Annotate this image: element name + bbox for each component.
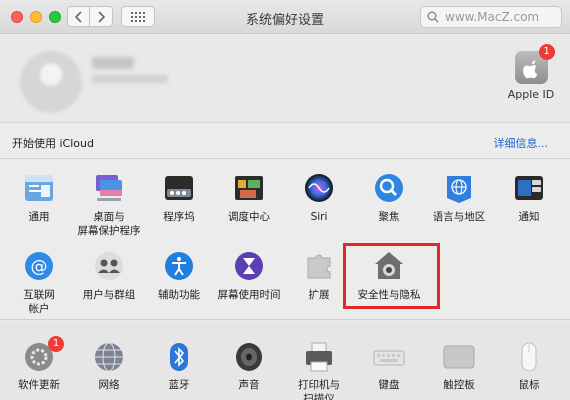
apple-id-badge: 1 bbox=[538, 44, 555, 60]
pref-screen-time[interactable]: 屏幕使用时间 bbox=[214, 250, 284, 302]
pref-accessibility[interactable]: 辅助功能 bbox=[144, 250, 214, 302]
siri-icon bbox=[302, 172, 336, 206]
pref-bluetooth[interactable]: 蓝牙 bbox=[144, 340, 214, 392]
pref-language-region[interactable]: 语言与地区 bbox=[424, 172, 494, 224]
pref-trackpad[interactable]: 触控板 bbox=[424, 340, 494, 392]
extensions-icon bbox=[302, 250, 336, 284]
pref-label: 程序坞 bbox=[163, 211, 195, 223]
pref-label: 蓝牙 bbox=[168, 379, 190, 391]
search-icon bbox=[427, 11, 439, 23]
avatar[interactable] bbox=[20, 51, 82, 113]
pref-users-groups[interactable]: 用户与群组 bbox=[74, 250, 144, 302]
pref-label: 通用 bbox=[28, 211, 50, 223]
software-update-icon: 1 bbox=[22, 336, 64, 374]
pref-label: 辅助功能 bbox=[158, 289, 200, 301]
accessibility-icon bbox=[162, 250, 196, 284]
title-bar: 系统偏好设置 www.MacZ.com bbox=[0, 0, 570, 34]
pref-label: 屏幕使用时间 bbox=[217, 289, 281, 301]
mission-control-icon bbox=[232, 172, 266, 206]
printers-scanners-icon bbox=[302, 340, 336, 374]
pref-label: 软件更新 bbox=[18, 379, 60, 391]
pref-network[interactable]: 网络 bbox=[74, 340, 144, 392]
pref-label: 网络 bbox=[98, 379, 120, 391]
internet-accounts-icon: @ bbox=[22, 250, 56, 284]
pref-sound[interactable]: 声音 bbox=[214, 340, 284, 392]
notifications-icon bbox=[512, 172, 546, 206]
icloud-details-link[interactable]: 详细信息... bbox=[494, 135, 549, 151]
keyboard-icon bbox=[372, 340, 406, 374]
icloud-prompt: 开始使用 iCloud bbox=[12, 137, 94, 150]
trackpad-icon bbox=[442, 340, 476, 374]
pref-general[interactable]: 通用 bbox=[4, 172, 74, 224]
pref-label: 声音 bbox=[238, 379, 260, 391]
pref-internet-accounts[interactable]: @ 互联网 帐户 bbox=[4, 250, 74, 316]
pref-label: 调度中心 bbox=[228, 211, 270, 223]
search-field[interactable]: www.MacZ.com bbox=[420, 6, 562, 28]
apple-id-pane[interactable]: 1 Apple ID bbox=[502, 44, 560, 101]
apple-id-label: Apple ID bbox=[507, 88, 555, 101]
pref-label: 鼠标 bbox=[518, 379, 540, 391]
pref-dock[interactable]: 程序坞 bbox=[144, 172, 214, 224]
pref-label: 通知 bbox=[518, 211, 540, 223]
pref-keyboard[interactable]: 键盘 bbox=[354, 340, 424, 392]
pref-notifications[interactable]: 通知 bbox=[494, 172, 564, 224]
pref-label: 语言与地区 bbox=[432, 211, 486, 223]
pref-mouse[interactable]: 鼠标 bbox=[494, 340, 564, 392]
network-icon bbox=[92, 340, 126, 374]
desktop-screensaver-icon bbox=[92, 172, 126, 206]
pref-desktop-screensaver[interactable]: 桌面与 屏幕保护程序 bbox=[74, 172, 144, 238]
screen-time-icon bbox=[232, 250, 266, 284]
bluetooth-icon bbox=[162, 340, 196, 374]
mouse-icon bbox=[512, 340, 546, 374]
users-groups-icon bbox=[92, 250, 126, 284]
language-region-icon bbox=[442, 172, 476, 206]
pref-label: 触控板 bbox=[443, 379, 475, 391]
pref-label: 键盘 bbox=[378, 379, 400, 391]
pref-label: 用户与群组 bbox=[82, 289, 136, 301]
pref-software-update[interactable]: 1 软件更新 bbox=[4, 336, 74, 392]
dock-icon bbox=[162, 172, 196, 206]
general-icon bbox=[22, 172, 56, 206]
search-text: www.MacZ.com bbox=[445, 10, 540, 24]
pref-spotlight[interactable]: 聚焦 bbox=[354, 172, 424, 224]
apple-logo-icon: 1 bbox=[514, 44, 555, 84]
pref-label: 桌面与 屏幕保护程序 bbox=[77, 211, 141, 237]
svg-text:@: @ bbox=[31, 257, 48, 277]
spotlight-icon bbox=[372, 172, 406, 206]
icloud-bar: 开始使用 iCloud 详细信息... bbox=[0, 124, 570, 159]
pref-printers-scanners[interactable]: 打印机与 扫描仪 bbox=[284, 340, 354, 400]
pref-label: 互联网 帐户 bbox=[23, 289, 55, 315]
highlight-box bbox=[343, 243, 440, 309]
user-name-blurred bbox=[92, 57, 134, 69]
software-update-badge: 1 bbox=[48, 336, 64, 352]
pref-mission-control[interactable]: 调度中心 bbox=[214, 172, 284, 224]
sound-icon bbox=[232, 340, 266, 374]
pref-label: 聚焦 bbox=[378, 211, 400, 223]
user-detail-blurred bbox=[92, 75, 168, 83]
pref-label: 打印机与 扫描仪 bbox=[298, 379, 340, 400]
pref-label: Siri bbox=[310, 211, 328, 223]
pref-siri[interactable]: Siri bbox=[284, 172, 354, 224]
account-section: 1 Apple ID bbox=[0, 35, 570, 123]
